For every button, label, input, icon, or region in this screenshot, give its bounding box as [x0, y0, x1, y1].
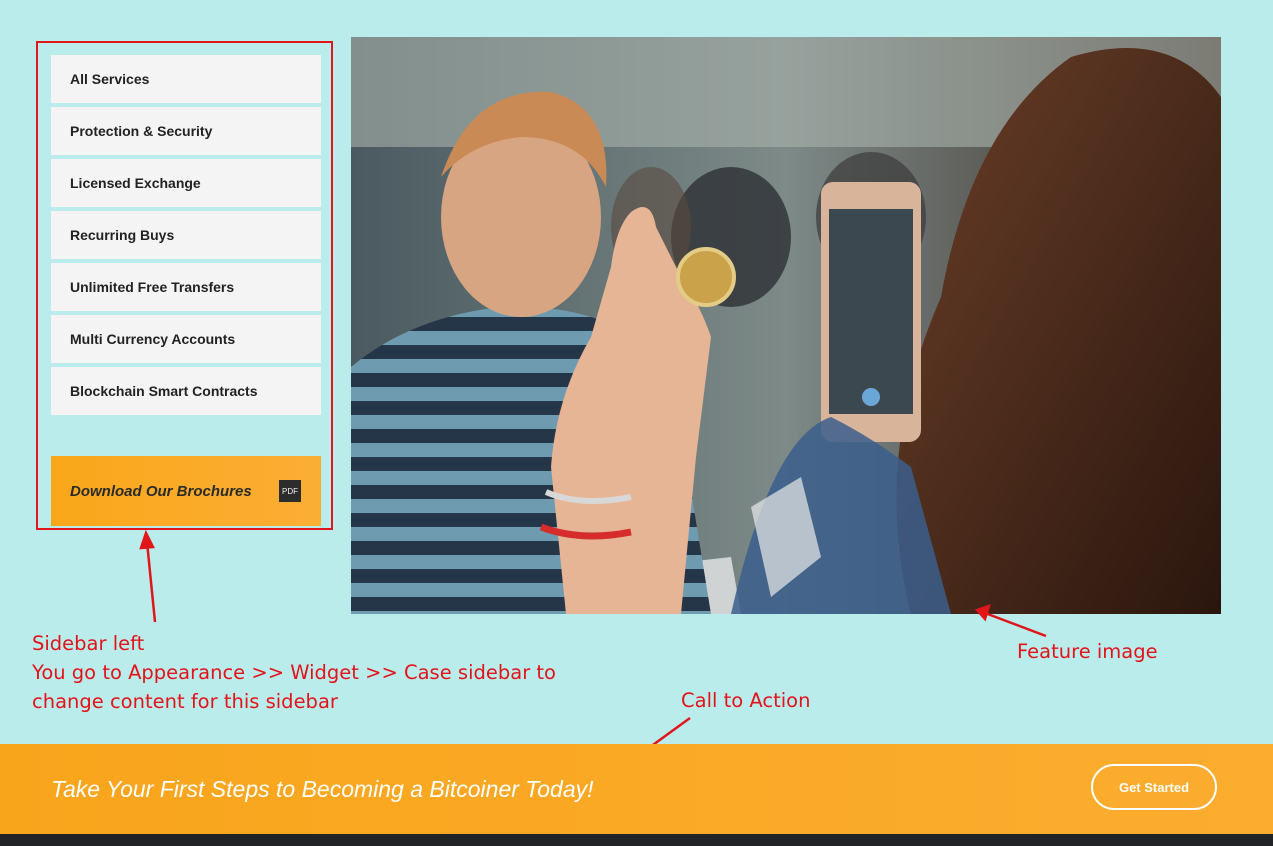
- get-started-button[interactable]: Get Started: [1091, 764, 1217, 810]
- annotation-arrows: [139, 529, 1047, 770]
- feature-arrow-line: [984, 611, 1047, 638]
- feature-arrow-head: [974, 604, 991, 622]
- sidebar-arrow-head: [139, 529, 155, 550]
- cta-headline: Take Your First Steps to Becoming a Bitc…: [51, 776, 594, 802]
- call-to-action-bar: Take Your First Steps to Becoming a Bitc…: [0, 744, 1273, 834]
- sidebar-arrow-line: [145, 541, 157, 623]
- footer-strip: [0, 834, 1273, 846]
